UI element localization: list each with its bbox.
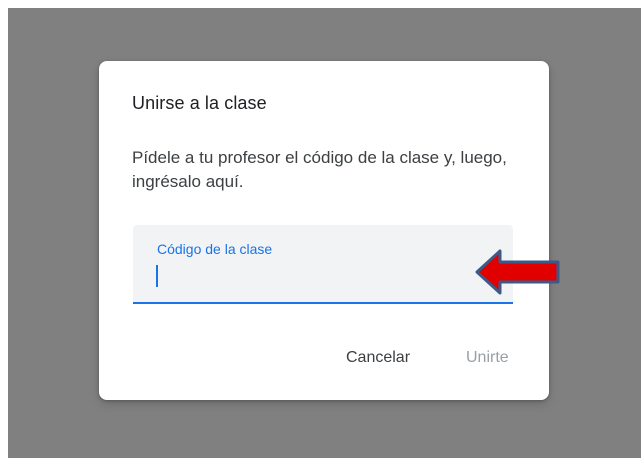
join-button[interactable]: Unirte: [466, 349, 509, 367]
screen: Unirse a la clase Pídele a tu profesor e…: [0, 0, 641, 466]
red-arrow-icon: [475, 249, 560, 295]
text-cursor: [156, 265, 158, 287]
cancel-button[interactable]: Cancelar: [346, 349, 410, 367]
dialog-instructions: Pídele a tu profesor el código de la cla…: [132, 148, 507, 191]
join-class-dialog: Unirse a la clase Pídele a tu profesor e…: [99, 61, 549, 400]
class-code-field[interactable]: Código de la clase: [133, 225, 513, 304]
class-code-label: Código de la clase: [157, 241, 273, 257]
dialog-actions: Cancelar Unirte: [99, 349, 549, 373]
red-arrow-shape: [475, 249, 560, 295]
dialog-title: Unirse a la clase: [132, 93, 267, 113]
class-code-input[interactable]: [155, 261, 475, 289]
